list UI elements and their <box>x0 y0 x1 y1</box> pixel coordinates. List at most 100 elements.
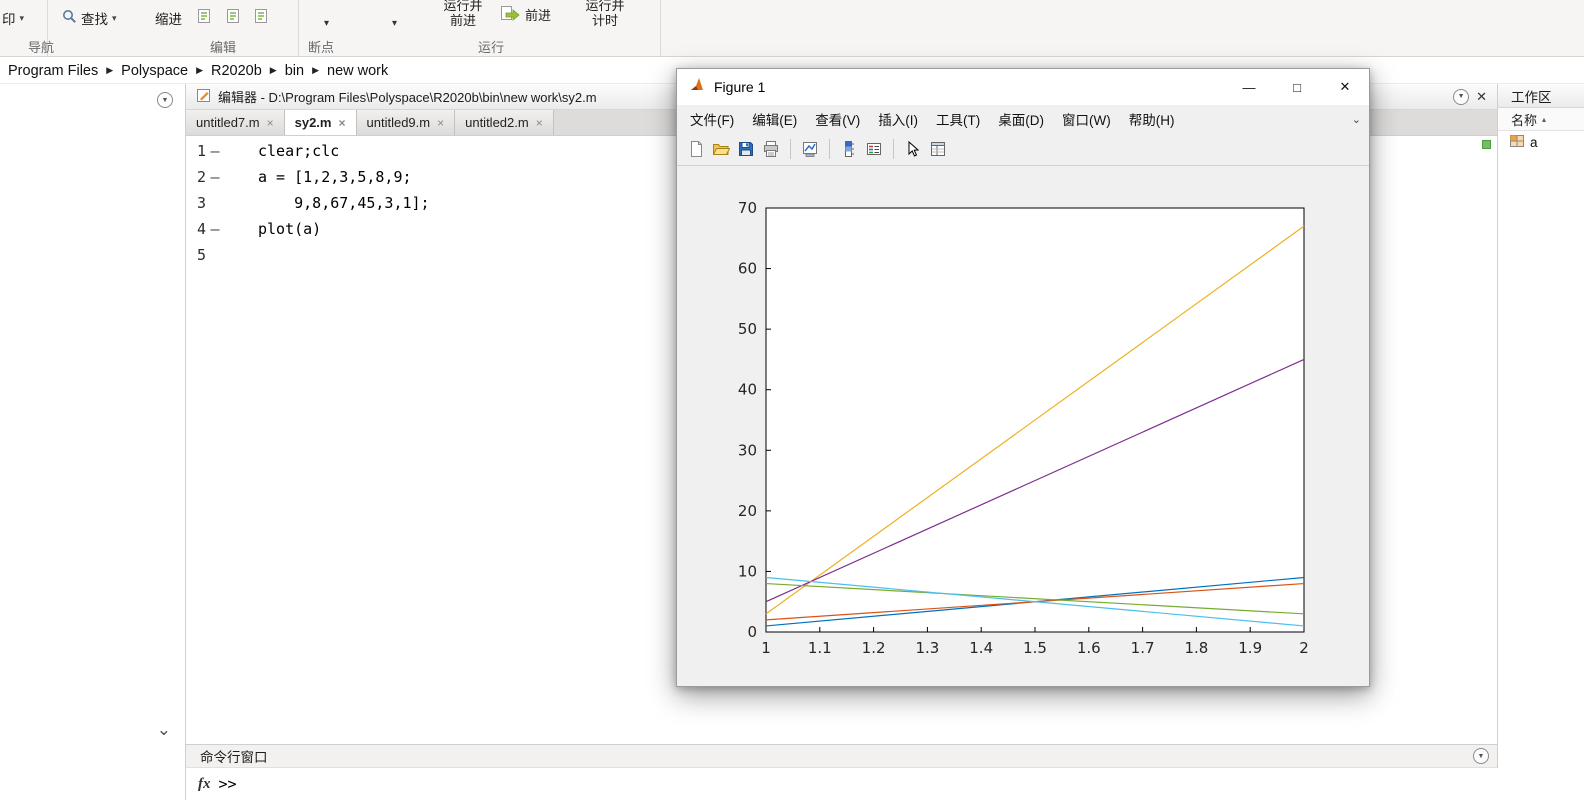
code-analyzer-indicator[interactable] <box>1482 140 1491 149</box>
menu-file[interactable]: 文件(F) <box>681 109 743 129</box>
run-time-button[interactable]: 运行并计时 <box>582 0 628 28</box>
current-folder-panel: ▼ ⌄ <box>0 84 186 800</box>
open-file-icon[interactable] <box>712 140 730 158</box>
menu-insert[interactable]: 插入(I) <box>869 109 927 129</box>
svg-text:1.4: 1.4 <box>969 639 993 657</box>
command-window-collapse-button[interactable]: ▼ <box>1473 748 1489 764</box>
panel-collapse-button[interactable]: ▼ <box>157 92 173 108</box>
advance-button[interactable]: 前进 <box>500 4 551 25</box>
workspace-name-column-header[interactable]: 名称 ▴ <box>1498 108 1584 131</box>
tab-close-icon[interactable]: × <box>338 116 345 130</box>
svg-text:70: 70 <box>738 199 757 217</box>
save-figure-icon[interactable] <box>737 140 755 158</box>
editor-minimize-button[interactable]: ▼ <box>1453 88 1470 105</box>
svg-text:1.2: 1.2 <box>862 639 886 657</box>
edit-plot-cursor-icon[interactable] <box>904 140 922 158</box>
find-button[interactable]: 查找 ▾ <box>62 8 117 28</box>
line-number: 1 <box>196 142 206 160</box>
toolbar-separator <box>829 139 830 159</box>
breakpoints-dropdown[interactable]: ▾ <box>324 18 329 29</box>
tab-label: untitled9.m <box>366 115 431 130</box>
line-number: 2 <box>196 168 206 186</box>
toolbar-separator <box>790 139 791 159</box>
menu-edit[interactable]: 编辑(E) <box>743 109 806 129</box>
tab-close-icon[interactable]: × <box>437 116 444 130</box>
breakpoint-marker[interactable] <box>206 190 224 216</box>
menu-window[interactable]: 窗口(W) <box>1053 109 1120 129</box>
figure-window[interactable]: Figure 1 — □ ✕ 文件(F) 编辑(E) 查看(V) 插入(I) 工… <box>676 68 1370 687</box>
tab-sy2[interactable]: sy2.m × <box>284 110 357 135</box>
maximize-button[interactable]: □ <box>1273 69 1321 105</box>
section-label-run: 运行 <box>478 40 505 55</box>
menu-desktop[interactable]: 桌面(D) <box>989 109 1053 129</box>
command-window-header: 命令行窗口 ▼ <box>186 744 1497 768</box>
fx-icon: fx <box>198 775 211 792</box>
svg-text:30: 30 <box>738 441 757 459</box>
property-inspector-icon[interactable] <box>929 140 947 158</box>
menu-tools[interactable]: 工具(T) <box>927 109 989 129</box>
breakpoint-marker[interactable]: — <box>206 138 224 164</box>
workspace-panel: 工作区 名称 ▴ a <box>1497 84 1584 800</box>
tab-label: untitled2.m <box>465 115 529 130</box>
breadcrumb-item[interactable]: Polyspace <box>119 63 190 79</box>
svg-text:40: 40 <box>738 381 757 399</box>
indent-right-icon[interactable] <box>253 8 269 29</box>
breakpoint-marker[interactable] <box>206 242 224 268</box>
window-controls: — □ ✕ <box>1225 69 1369 105</box>
link-plot-icon[interactable] <box>801 140 819 158</box>
breadcrumb-item[interactable]: R2020b <box>209 63 264 79</box>
insert-colorbar-icon[interactable] <box>840 140 858 158</box>
plot-axes[interactable]: 1 1.1 1.2 1.3 1.4 1.5 1.6 1.7 1.8 1.9 201020304050… <box>677 167 1369 687</box>
print-figure-icon[interactable] <box>762 140 780 158</box>
dropdown-arrow-icon: ▾ <box>19 12 25 23</box>
line-number: 3 <box>196 194 206 212</box>
breadcrumb-item[interactable]: Program Files <box>6 63 100 79</box>
matlab-toolstrip: 印 ▾ 查找 ▾ 缩进 ▾ ▾ 运行并前进 前进 运行并计时 导航 编辑 断点 … <box>0 0 1584 57</box>
close-button[interactable]: ✕ <box>1321 69 1369 105</box>
editor-close-button[interactable]: ✕ <box>1476 89 1487 105</box>
svg-text:1.9: 1.9 <box>1238 639 1262 657</box>
indent-left-icon[interactable] <box>225 8 241 29</box>
svg-text:60: 60 <box>738 260 757 278</box>
workspace-variable-row[interactable]: a <box>1498 131 1584 153</box>
breadcrumb-item[interactable]: new work <box>325 63 390 79</box>
figure-title-bar[interactable]: Figure 1 — □ ✕ <box>677 69 1369 105</box>
name-header-label: 名称 <box>1511 112 1538 128</box>
breakpoint-marker[interactable]: — <box>206 216 224 242</box>
menu-help[interactable]: 帮助(H) <box>1120 109 1184 129</box>
indent-button[interactable]: 缩进 <box>155 8 182 28</box>
command-prompt-area[interactable]: fx >> <box>186 768 1584 800</box>
run-advance-button[interactable]: 运行并前进 <box>440 0 486 28</box>
figure-window-title: Figure 1 <box>714 79 766 95</box>
toolstrip-separator <box>298 0 299 57</box>
tab-close-icon[interactable]: × <box>536 116 543 130</box>
editor-title: 编辑器 - D:\Program Files\Polyspace\R2020b\… <box>218 90 597 105</box>
dropdown-arrow-icon: ▾ <box>324 18 330 29</box>
smart-indent-icon[interactable] <box>196 8 212 29</box>
print-button[interactable]: 印 ▾ <box>2 8 24 28</box>
insert-legend-icon[interactable] <box>865 140 883 158</box>
prompt-chevrons: >> <box>218 775 237 793</box>
breadcrumb-separator-icon: ▶ <box>196 65 203 75</box>
breadcrumb-separator-icon: ▶ <box>312 65 319 75</box>
collapse-icon: ▼ <box>161 96 169 104</box>
breakpoint-marker[interactable]: — <box>206 164 224 190</box>
run-dropdown[interactable]: ▾ <box>392 18 397 29</box>
breadcrumb-item[interactable]: bin <box>283 63 306 79</box>
details-chevron-icon[interactable]: ⌄ <box>157 720 171 740</box>
svg-text:0: 0 <box>747 623 757 641</box>
tab-untitled7[interactable]: untitled7.m × <box>186 110 285 135</box>
tab-label: sy2.m <box>294 115 332 130</box>
menu-overflow-icon[interactable]: ⌄ <box>1352 113 1369 126</box>
tab-untitled2[interactable]: untitled2.m × <box>455 110 554 135</box>
tab-close-icon[interactable]: × <box>267 116 274 130</box>
figure-canvas[interactable]: 1 1.1 1.2 1.3 1.4 1.5 1.6 1.7 1.8 1.9 2 0 10 20 30 40 50… <box>677 167 1369 686</box>
new-figure-icon[interactable] <box>687 140 705 158</box>
collapse-icon: ▼ <box>1477 752 1485 760</box>
tab-untitled9[interactable]: untitled9.m × <box>356 110 456 135</box>
menu-view[interactable]: 查看(V) <box>806 109 869 129</box>
dropdown-arrow-icon: ▾ <box>112 12 117 23</box>
minimize-button[interactable]: — <box>1225 69 1273 105</box>
svg-text:10: 10 <box>738 562 757 580</box>
